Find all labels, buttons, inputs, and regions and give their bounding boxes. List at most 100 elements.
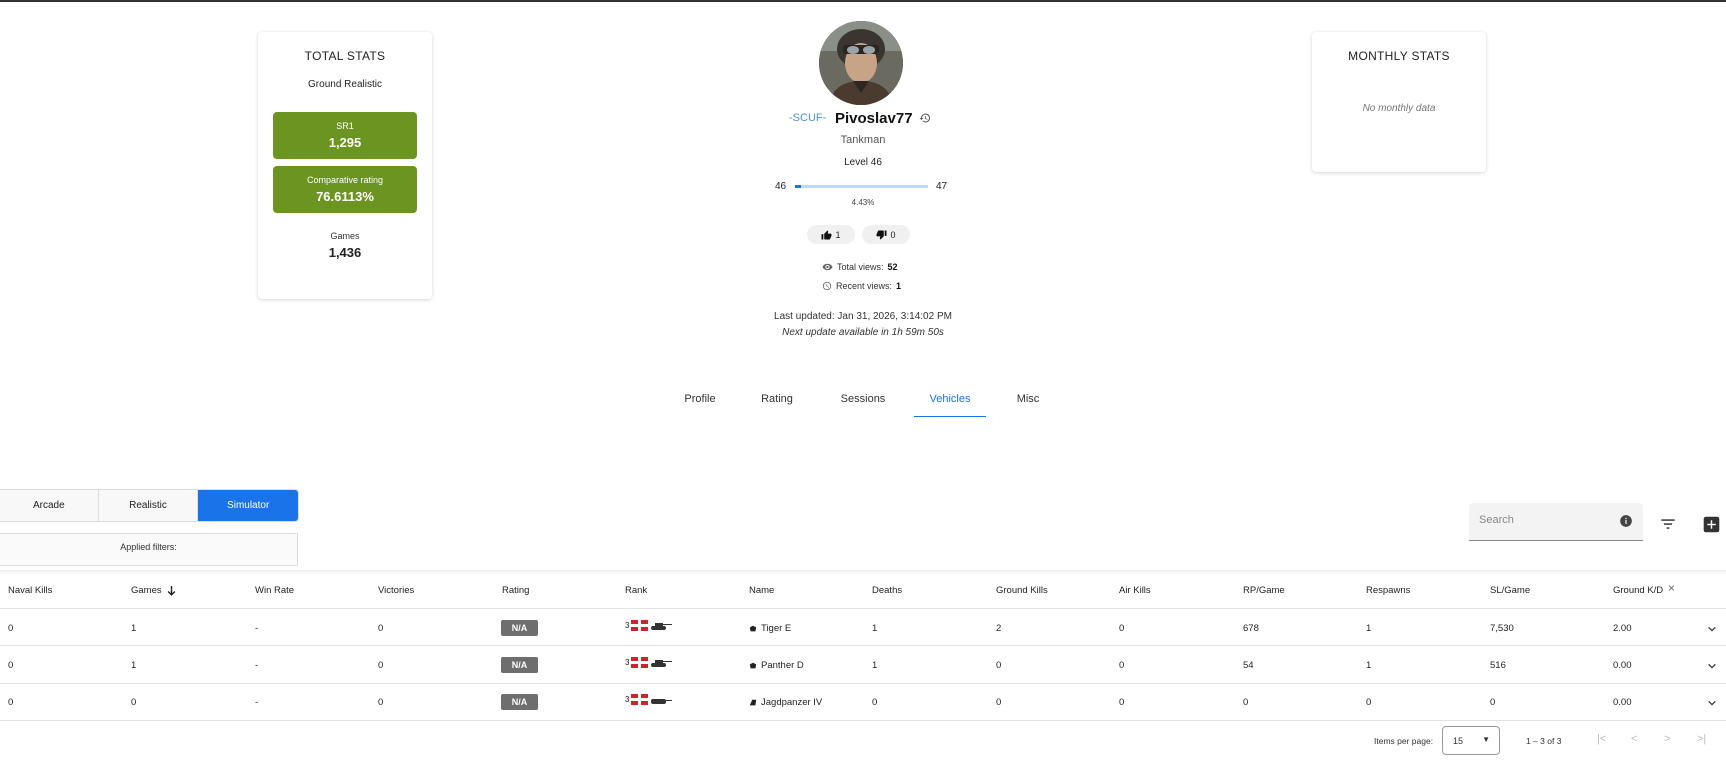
thumbs-down-icon (876, 229, 887, 240)
col-header-name[interactable]: Name (749, 585, 774, 596)
col-header-air-kills[interactable]: Air Kills (1119, 585, 1151, 596)
expand-chevron-icon[interactable] (1707, 624, 1717, 634)
cell-air-kills: 0 (1119, 660, 1125, 671)
row-divider (0, 683, 1726, 684)
previous-page-icon[interactable]: < (1631, 733, 1637, 745)
recent-views-value: 1 (896, 281, 902, 291)
total-views-row: Total views: 52 (822, 262, 898, 272)
cell-air-kills: 0 (1119, 623, 1125, 634)
tank-destroyer-icon (651, 698, 673, 704)
cell-ground-kills: 0 (996, 697, 1002, 708)
search-field[interactable] (1469, 503, 1643, 541)
player-title: Tankman (840, 134, 886, 146)
recent-views-row: Recent views: 1 (822, 281, 901, 291)
cell-ground-kd: 0.00 (1613, 660, 1632, 671)
cell-naval-kills: 0 (8, 660, 14, 671)
rating-badge: N/A (501, 657, 538, 673)
col-header-rp-game[interactable]: RP/Game (1243, 585, 1285, 596)
cell-ground-kd: 0.00 (1613, 697, 1632, 708)
monthly-stats-title: MONTHLY STATS (1348, 49, 1450, 63)
cell-victories: 0 (378, 697, 384, 708)
cell-sl-game: 516 (1490, 660, 1506, 671)
germany-flag-icon (631, 657, 649, 668)
level-from: 46 (775, 181, 787, 192)
table-top-shadow (0, 570, 1726, 575)
add-icon[interactable] (1703, 516, 1720, 533)
col-header-ground-kills[interactable]: Ground Kills (996, 585, 1048, 596)
cell-name: Tiger E (749, 623, 791, 634)
remove-column-icon[interactable]: × (1668, 581, 1675, 595)
games-label: Games (330, 231, 360, 241)
col-header-games-label: Games (131, 585, 162, 596)
mode-realistic-button[interactable]: Realistic (98, 490, 199, 521)
col-header-sl-game[interactable]: SL/Game (1490, 585, 1530, 596)
like-button[interactable]: 1 (807, 225, 855, 244)
col-header-win-rate[interactable]: Win Rate (255, 585, 294, 596)
col-header-deaths[interactable]: Deaths (872, 585, 902, 596)
info-icon[interactable] (1619, 514, 1633, 528)
items-per-page-select[interactable]: 15 ▼ (1442, 726, 1500, 755)
vehicle-name: Jagdpanzer IV (761, 697, 823, 708)
germany-flag-icon (631, 620, 649, 631)
cell-sl-game: 7,530 (1490, 623, 1514, 634)
search-input[interactable] (1479, 514, 1609, 526)
cell-rank: 3 (625, 657, 673, 668)
col-header-games[interactable]: Games (131, 585, 176, 596)
cell-victories: 0 (378, 623, 384, 634)
heavy-tank-class-icon (749, 625, 757, 631)
germany-flag-icon (631, 694, 649, 705)
dislike-button[interactable]: 0 (862, 225, 910, 244)
last-page-icon[interactable]: >| (1697, 733, 1706, 745)
vehicle-name: Tiger E (761, 623, 792, 634)
cell-ground-kills: 0 (996, 660, 1002, 671)
cell-games: 1 (131, 623, 137, 634)
history-icon[interactable] (919, 112, 931, 124)
cell-naval-kills: 0 (8, 697, 14, 708)
total-stats-mode: Ground Realistic (308, 79, 382, 90)
tab-vehicles[interactable]: Vehicles (914, 393, 986, 417)
tab-profile[interactable]: Profile (680, 393, 720, 417)
cell-sl-game: 0 (1490, 697, 1496, 708)
tab-sessions[interactable]: Sessions (838, 393, 888, 417)
first-page-icon[interactable]: |< (1597, 733, 1606, 745)
monthly-stats-empty: No monthly data (1362, 103, 1436, 114)
mode-arcade-button[interactable]: Arcade (0, 490, 99, 521)
col-header-victories[interactable]: Victories (378, 585, 414, 596)
cell-rank: 3 (625, 694, 673, 705)
last-updated: Last updated: Jan 31, 2026, 3:14:02 PM (774, 311, 952, 322)
level-to: 47 (936, 181, 948, 192)
expand-chevron-icon[interactable] (1707, 698, 1717, 708)
items-per-page-value: 15 (1453, 736, 1464, 746)
col-header-respawns[interactable]: Respawns (1366, 585, 1410, 596)
vehicle-name: Panther D (761, 660, 804, 671)
applied-filters: Applied filters: (0, 533, 298, 566)
level-progress-bar (795, 185, 928, 188)
player-name: Pivoslav77 (835, 110, 913, 127)
col-header-naval-kills[interactable]: Naval Kills (8, 585, 52, 596)
header-divider (0, 608, 1726, 609)
cell-naval-kills: 0 (8, 623, 14, 634)
cell-ground-kd: 2.00 (1613, 623, 1632, 634)
cell-deaths: 1 (872, 623, 878, 634)
row-divider (0, 720, 1726, 721)
tab-misc[interactable]: Misc (1013, 393, 1043, 417)
next-page-icon[interactable]: > (1664, 733, 1670, 745)
total-views-label: Total views: (837, 262, 884, 272)
rank-number: 3 (625, 658, 630, 667)
col-header-rating[interactable]: Rating (502, 585, 529, 596)
tab-rating[interactable]: Rating (757, 393, 797, 417)
squadron-tag[interactable]: -SCUF- (789, 112, 826, 124)
cell-respawns: 1 (1366, 623, 1372, 634)
rating-badge: N/A (501, 694, 538, 710)
cell-rp-game: 0 (1243, 697, 1249, 708)
games-value: 1,436 (328, 245, 362, 260)
cell-win-rate: - (255, 660, 259, 671)
mode-simulator-button[interactable]: Simulator (198, 490, 298, 521)
col-header-rank[interactable]: Rank (625, 585, 647, 596)
col-header-ground-kd[interactable]: Ground K/D (1613, 585, 1663, 596)
items-per-page-label: Items per page: (1374, 736, 1434, 746)
monthly-stats-card: MONTHLY STATS No monthly data (1312, 32, 1486, 172)
cell-games: 0 (131, 697, 137, 708)
filter-icon[interactable] (1660, 517, 1676, 531)
expand-chevron-icon[interactable] (1707, 661, 1717, 671)
